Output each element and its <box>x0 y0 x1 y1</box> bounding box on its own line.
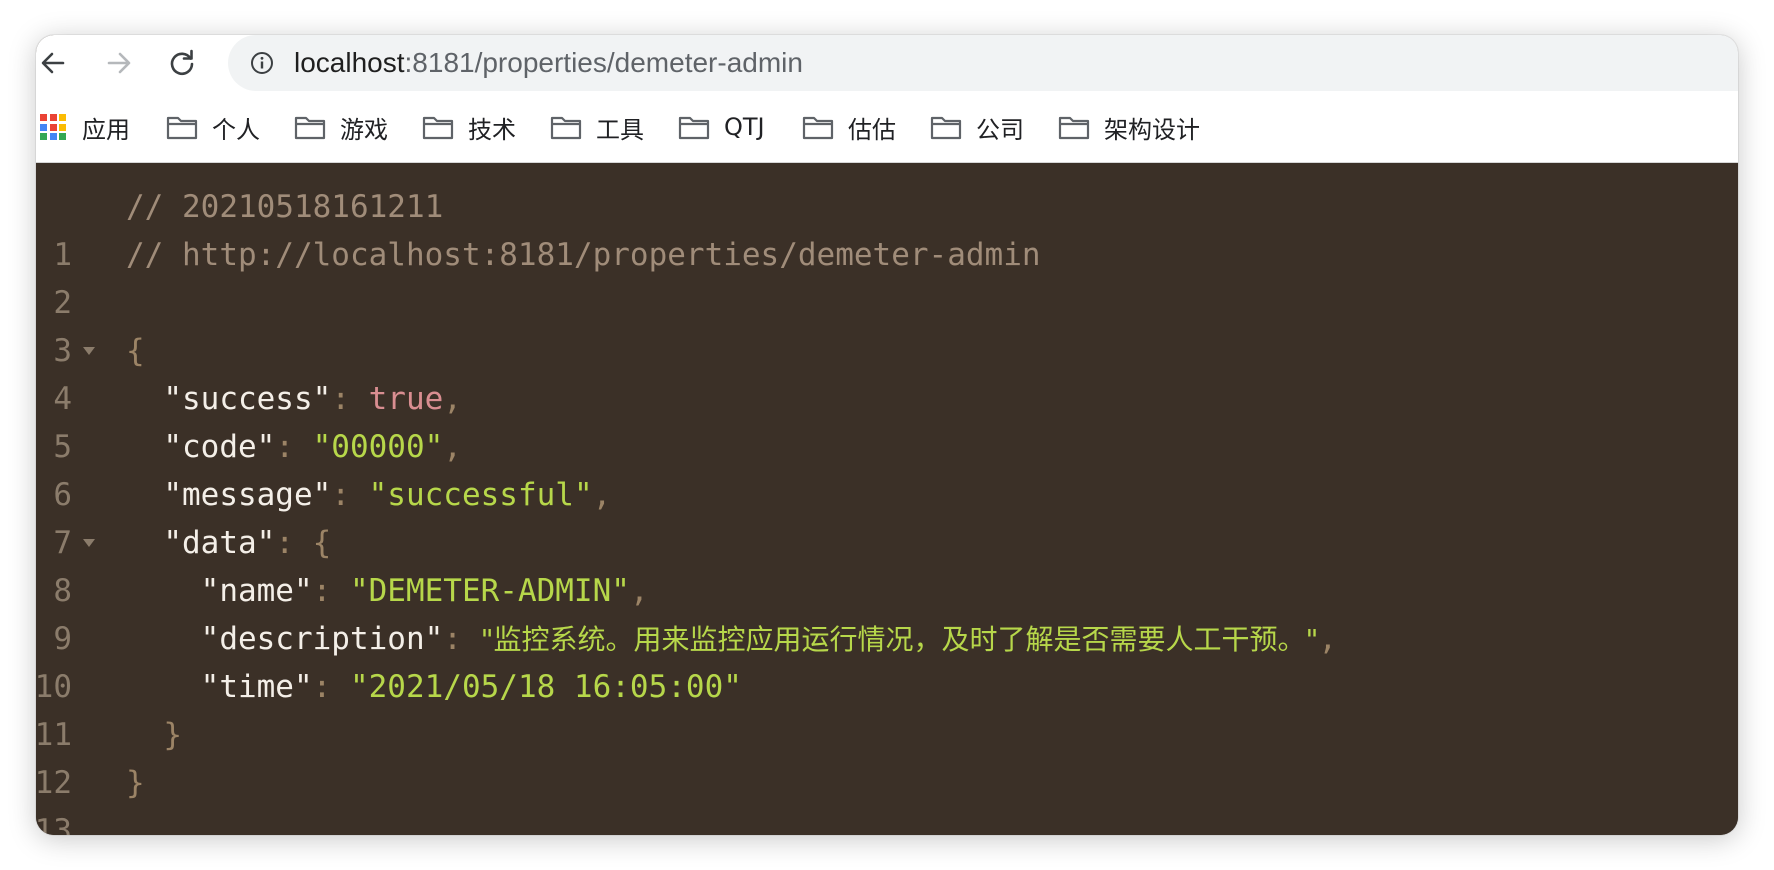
folder-icon <box>802 116 834 140</box>
bookmark-folder-personal[interactable]: 个人 <box>166 111 260 144</box>
folder-icon <box>930 116 962 140</box>
browser-toolbar: localhost:8181/properties/demeter-admin <box>36 35 1738 91</box>
bookmark-label: 应用 <box>82 115 130 144</box>
fold-toggle[interactable] <box>81 519 97 567</box>
bookmark-folder-company[interactable]: 公司 <box>930 111 1024 144</box>
json-string-value: "监控系统。用来监控应用运行情况，及时了解是否需要人工干预。" <box>480 623 1319 656</box>
folder-icon <box>678 116 710 140</box>
folder-icon <box>422 116 454 140</box>
bookmark-label: 技术 <box>468 115 516 144</box>
url-text[interactable]: localhost:8181/properties/demeter-admin <box>294 46 803 80</box>
colon: : <box>312 573 350 609</box>
colon: : <box>275 525 313 561</box>
folder-icon <box>294 116 326 140</box>
bookmark-folder-tech[interactable]: 技术 <box>422 111 516 144</box>
code-line: 10 "description": "监控系统。用来监控应用运行情况，及时了解是… <box>36 615 1738 705</box>
json-viewer: 1 // 20210518161211 2 // http://localhos… <box>36 163 1738 835</box>
close-brace: } <box>163 717 182 753</box>
code-line: 8 "data": { <box>36 519 1738 609</box>
bookmark-label: 个人 <box>212 115 260 144</box>
code-line: 2 // http://localhost:8181/properties/de… <box>36 231 1738 321</box>
code-line: 7 "message": "successful", <box>36 471 1738 561</box>
colon: : <box>443 621 481 657</box>
url-host: localhost <box>294 47 405 78</box>
comma: , <box>1318 621 1338 657</box>
address-bar[interactable]: localhost:8181/properties/demeter-admin <box>228 35 1738 91</box>
colon: : <box>331 381 369 417</box>
comment-timestamp: // 20210518161211 <box>126 189 444 225</box>
back-button[interactable] <box>36 42 74 84</box>
code-line: 13 } <box>36 759 1738 835</box>
code-line: 3 <box>36 279 1738 369</box>
comma: , <box>443 429 462 465</box>
code-line: 4 { <box>36 327 1738 417</box>
bookmark-folder-qtj[interactable]: QTJ <box>678 111 765 143</box>
forward-button[interactable] <box>98 42 140 84</box>
fold-toggle[interactable] <box>81 327 97 375</box>
browser-window: localhost:8181/properties/demeter-admin … <box>36 35 1738 835</box>
json-key: "time" <box>200 669 313 705</box>
triangle-down-icon <box>83 347 95 355</box>
apps-grid-icon <box>40 114 66 140</box>
bookmark-folder-games[interactable]: 游戏 <box>294 111 388 144</box>
code-line: 12 } <box>36 711 1738 801</box>
colon: : <box>331 477 369 513</box>
json-key: "message" <box>163 477 332 513</box>
bookmark-apps[interactable]: 应用 <box>40 111 130 144</box>
json-key: "success" <box>163 381 332 417</box>
json-string-value: "DEMETER-ADMIN" <box>349 573 630 609</box>
json-boolean-value: true <box>368 381 444 417</box>
bookmark-label: 游戏 <box>340 115 388 144</box>
json-string-value: "00000" <box>312 429 444 465</box>
json-string-value: "successful" <box>368 477 593 513</box>
bookmark-label: 公司 <box>976 115 1024 144</box>
comment-url[interactable]: // http://localhost:8181/properties/deme… <box>126 237 1041 273</box>
folder-icon <box>166 116 198 140</box>
json-key: "code" <box>163 429 276 465</box>
reload-icon <box>170 49 194 76</box>
colon: : <box>312 669 350 705</box>
json-key: "description" <box>200 621 444 657</box>
arrow-right-icon <box>107 52 131 74</box>
comma: , <box>629 573 649 609</box>
comma: , <box>592 477 612 513</box>
arrow-left-icon <box>41 52 65 74</box>
url-path: :8181/properties/demeter-admin <box>404 47 803 78</box>
triangle-down-icon <box>83 539 95 547</box>
comma: , <box>443 381 462 417</box>
json-key: "name" <box>200 573 313 609</box>
bookmark-label: 估估 <box>848 115 896 144</box>
colon: : <box>275 429 313 465</box>
bookmarks-bar: 应用 个人 游戏 技术 工具 QTJ 估估 公司 架构设计 <box>36 91 1738 163</box>
bookmark-folder-estimate[interactable]: 估估 <box>802 111 896 144</box>
json-key: "data" <box>163 525 276 561</box>
folder-icon <box>1058 116 1090 140</box>
open-brace: { <box>312 525 332 561</box>
reload-button[interactable] <box>161 42 203 84</box>
code-line: 1 // 20210518161211 <box>36 183 1738 273</box>
close-brace: } <box>126 765 145 801</box>
bookmark-label: QTJ <box>724 113 765 141</box>
bookmark-label: 架构设计 <box>1104 115 1200 144</box>
json-string-value: "2021/05/18 16:05:00" <box>349 669 742 705</box>
code-line: 5 "success": true, <box>36 375 1738 465</box>
bookmark-folder-tools[interactable]: 工具 <box>550 111 644 144</box>
bookmark-label: 工具 <box>596 115 644 144</box>
bookmark-folder-architecture[interactable]: 架构设计 <box>1058 111 1200 144</box>
folder-icon <box>550 116 582 140</box>
code-line: 9 "name": "DEMETER-ADMIN", <box>36 567 1738 657</box>
open-brace: { <box>126 333 145 369</box>
code-line: 6 "code": "00000", <box>36 423 1738 513</box>
info-icon[interactable] <box>250 51 274 75</box>
line-number: 13 <box>36 813 72 835</box>
code-line: 11 "time": "2021/05/18 16:05:00" <box>36 663 1738 753</box>
